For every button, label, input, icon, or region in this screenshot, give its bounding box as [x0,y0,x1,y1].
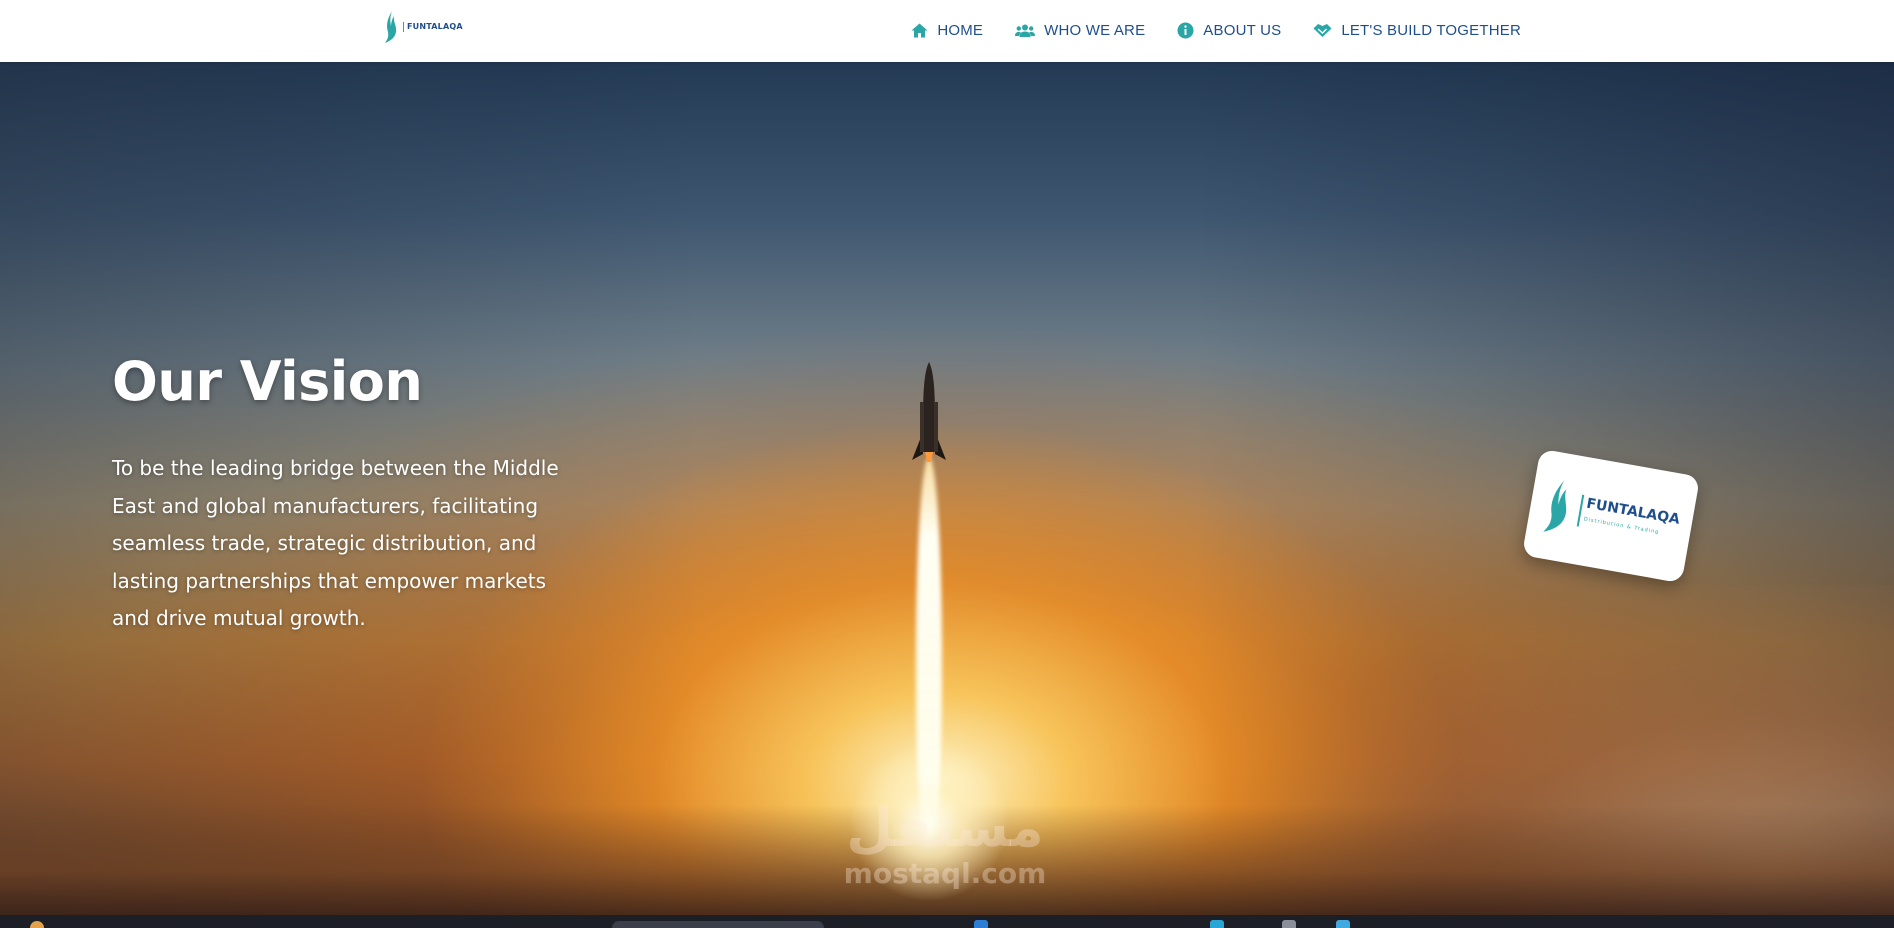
hero-section: Our Vision To be the leading bridge betw… [0,62,1894,915]
nav-about-us[interactable]: ABOUT US [1177,22,1281,39]
brand-card-label: FUNTALAQA Distribution & Trading [1576,494,1681,544]
nav-home[interactable]: HOME [911,22,983,39]
rocket-icon [912,362,946,462]
nav-who-we-are-label: WHO WE ARE [1044,21,1146,39]
nav-home-label: HOME [937,21,984,39]
handshake-icon [1313,23,1332,37]
vision-text: To be the leading bridge between the Mid… [112,456,559,630]
taskbar-search[interactable] [612,921,824,928]
taskbar-app-icon[interactable] [30,921,44,928]
nav-who-we-are[interactable]: WHO WE ARE [1015,22,1145,39]
main-nav: HOME WHO WE ARE ABOUT US LET'S BUILD TOG… [911,0,1521,60]
nav-about-us-label: ABOUT US [1203,21,1282,39]
taskbar-browser-icon[interactable] [974,920,988,928]
info-icon [1177,22,1194,38]
logo-flame-icon [1543,480,1567,532]
rocket-plume [916,457,942,857]
nav-lets-build-together[interactable]: LET'S BUILD TOGETHER [1313,22,1521,39]
taskbar-app-icon[interactable] [1210,920,1224,928]
home-icon [911,23,928,37]
logo-text: FUNTALAQA [403,22,463,32]
page: FUNTALAQA HOME WHO WE ARE ABOUT US LET'S… [0,0,1894,928]
taskbar-app-icon[interactable] [1282,920,1296,928]
nav-lets-build-together-label: LET'S BUILD TOGETHER [1341,21,1521,39]
logo-flame-icon [385,11,397,43]
site-header: FUNTALAQA HOME WHO WE ARE ABOUT US LET'S… [0,0,1894,62]
vision-title: Our Vision [112,350,423,413]
site-logo[interactable]: FUNTALAQA [384,8,464,46]
users-icon [1015,24,1036,37]
taskbar-app-icon[interactable] [1336,920,1350,928]
os-taskbar [0,915,1894,928]
rocket-image [849,362,1009,902]
